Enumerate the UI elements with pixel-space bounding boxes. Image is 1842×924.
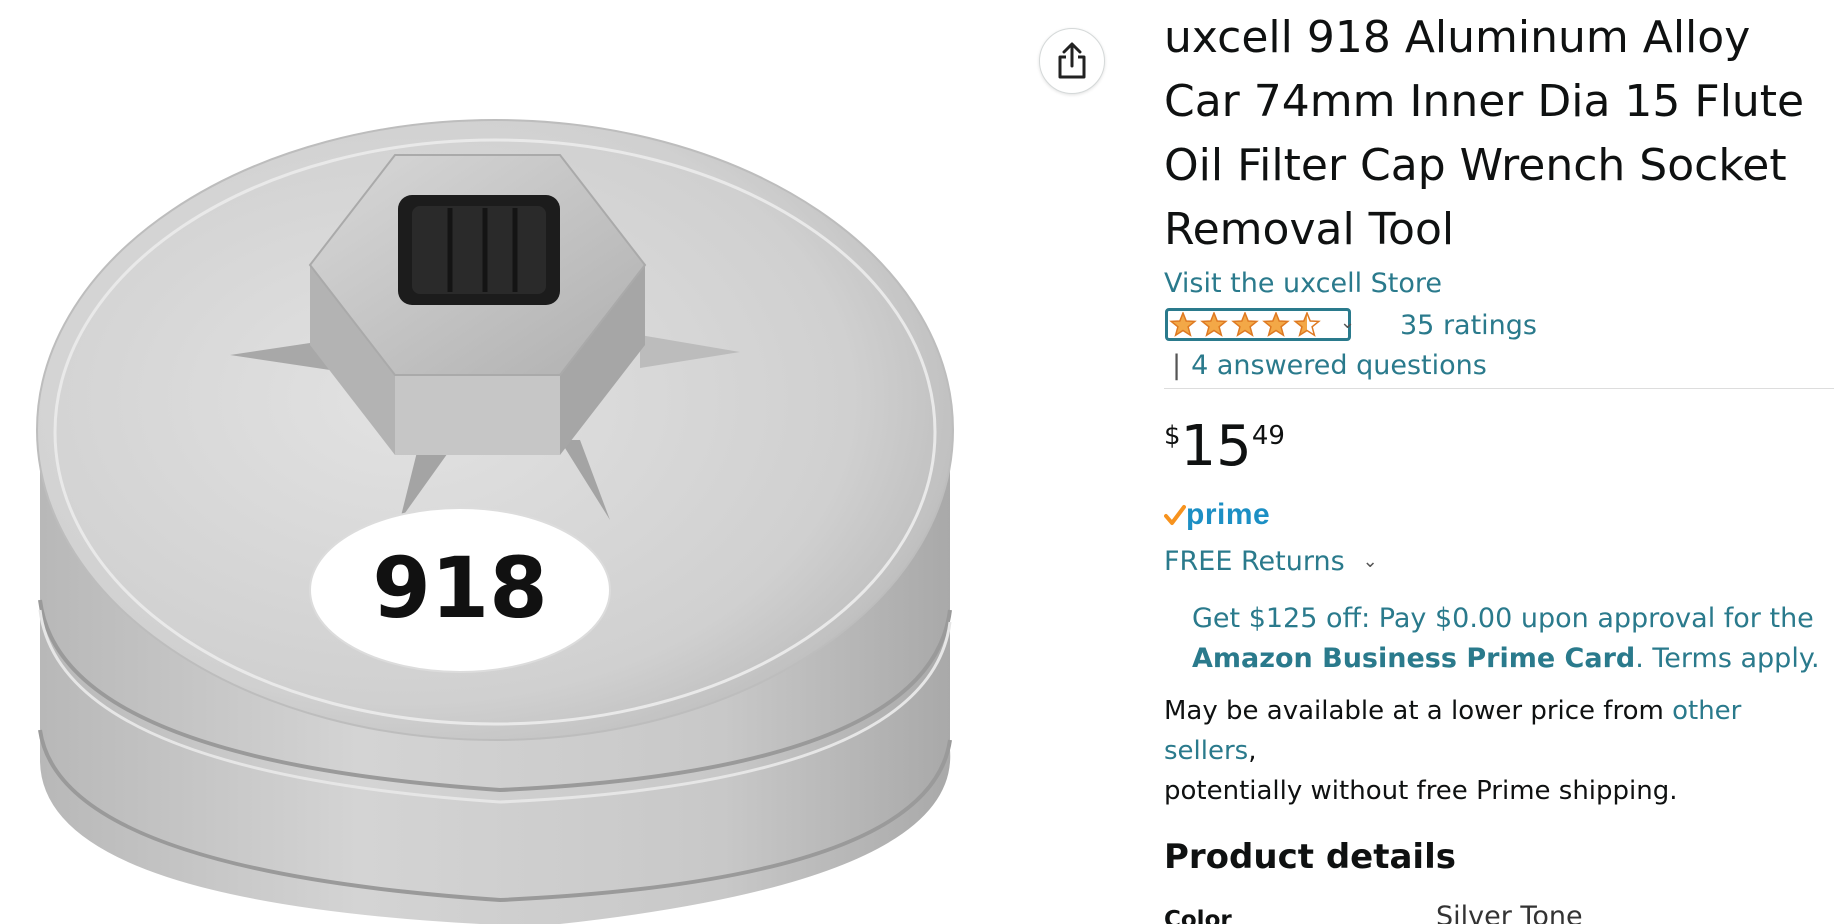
product-page: 918 uxcell 918 Aluminum Alloy Car 74mm I… <box>0 0 1842 924</box>
price-fraction: 49 <box>1251 421 1285 451</box>
product-details-heading: Product details <box>1164 837 1456 877</box>
ratings-row: ⌄ 35 ratings <box>1164 306 1834 346</box>
detail-key: Color <box>1164 907 1232 924</box>
free-returns-label: FREE Returns <box>1164 545 1345 577</box>
availability-line2: potentially without free Prime shipping. <box>1164 776 1678 806</box>
availability-note: May be available at a lower price from o… <box>1164 691 1834 811</box>
separator: | <box>1172 350 1182 381</box>
product-info: uxcell 918 Aluminum Alloy Car 74mm Inner… <box>1164 0 1834 924</box>
promo-terms: . Terms apply. <box>1635 643 1820 674</box>
product-title: uxcell 918 Aluminum Alloy Car 74mm Inner… <box>1164 6 1834 262</box>
price-currency-symbol: $ <box>1164 421 1181 451</box>
share-button[interactable] <box>1039 28 1105 94</box>
product-title-line: uxcell 918 Aluminum Alloy <box>1164 12 1751 63</box>
chevron-down-icon: ⌄ <box>1362 550 1378 572</box>
prime-check-icon <box>1164 505 1186 525</box>
ratings-count-link[interactable]: 35 ratings <box>1400 306 1537 346</box>
product-title-line: Oil Filter Cap Wrench Socket <box>1164 140 1787 191</box>
questions-row: | 4 answered questions <box>1164 346 1834 389</box>
price: $15 49 <box>1164 415 1834 479</box>
chevron-down-icon[interactable]: ⌄ <box>1340 312 1355 333</box>
share-icon <box>1058 42 1086 79</box>
oil-filter-wrench-image: 918 <box>36 119 954 924</box>
availability-comma: , <box>1248 736 1257 766</box>
free-returns-link[interactable]: FREE Returns ⌄ <box>1164 539 1834 583</box>
product-title-line: Car 74mm Inner Dia 15 Flute <box>1164 76 1805 127</box>
promo-line: Get $125 off: Pay $0.00 upon approval fo… <box>1192 603 1814 634</box>
business-card-promo[interactable]: Get $125 off: Pay $0.00 upon approval fo… <box>1192 599 1834 679</box>
prime-badge[interactable]: prime <box>1164 495 1834 535</box>
product-image[interactable]: 918 <box>0 0 1010 924</box>
price-whole: 15 <box>1180 414 1252 479</box>
answered-questions-link[interactable]: 4 answered questions <box>1191 350 1487 381</box>
prime-label: prime <box>1186 498 1271 531</box>
star-rating-widget[interactable] <box>1165 308 1351 341</box>
availability-text: May be available at a lower price from <box>1164 696 1673 726</box>
sticker-label: 918 <box>372 539 547 637</box>
product-title-line: Removal Tool <box>1164 204 1455 255</box>
detail-value: Silver Tone <box>1436 901 1583 924</box>
star-rating-icon <box>1169 311 1321 337</box>
detail-row-color: Color Silver Tone <box>1164 901 1834 924</box>
promo-card-name: Amazon Business Prime Card <box>1192 643 1636 674</box>
store-link[interactable]: Visit the uxcell Store <box>1164 266 1834 302</box>
